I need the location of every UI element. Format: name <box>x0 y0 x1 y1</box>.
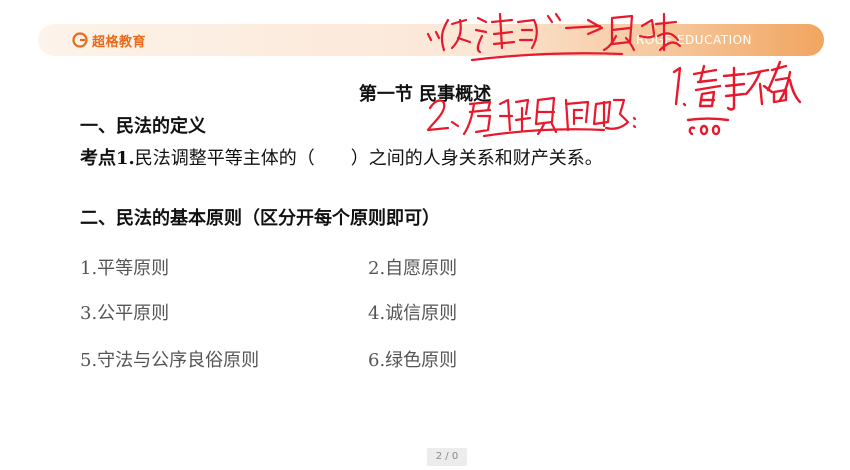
logo-icon <box>72 32 88 48</box>
kaodian-label: 考点1. <box>80 148 135 169</box>
kaodian-text: 民法调整平等主体的（ ）之间的人身关系和财产关系。 <box>134 148 603 169</box>
principle-item: 6.绿色原则 <box>368 350 458 371</box>
kaodian-line: 考点1.民法调整平等主体的（ ）之间的人身关系和财产关系。 <box>80 144 603 170</box>
header-tagline: ROGE EDUCATION <box>636 33 753 47</box>
slide-title: 第一节 民事概述 <box>358 84 492 105</box>
section1-heading: 一、民法的定义 <box>80 116 206 137</box>
principle-item: 1.平等原则 <box>80 258 170 279</box>
page-indicator[interactable]: 2 / 0 <box>427 448 467 466</box>
principle-item: 4.诚信原则 <box>368 303 458 324</box>
handwriting-annotations <box>426 12 802 138</box>
principle-item: 3.公平原则 <box>80 303 170 324</box>
principle-item: 5.守法与公序良俗原则 <box>80 350 260 371</box>
principle-item: 2.自愿原则 <box>368 258 458 279</box>
section2-heading: 二、民法的基本原则（区分开每个原则即可） <box>80 208 440 229</box>
brand-logo: 超格教育 <box>72 31 147 50</box>
logo-text: 超格教育 <box>92 34 147 50</box>
